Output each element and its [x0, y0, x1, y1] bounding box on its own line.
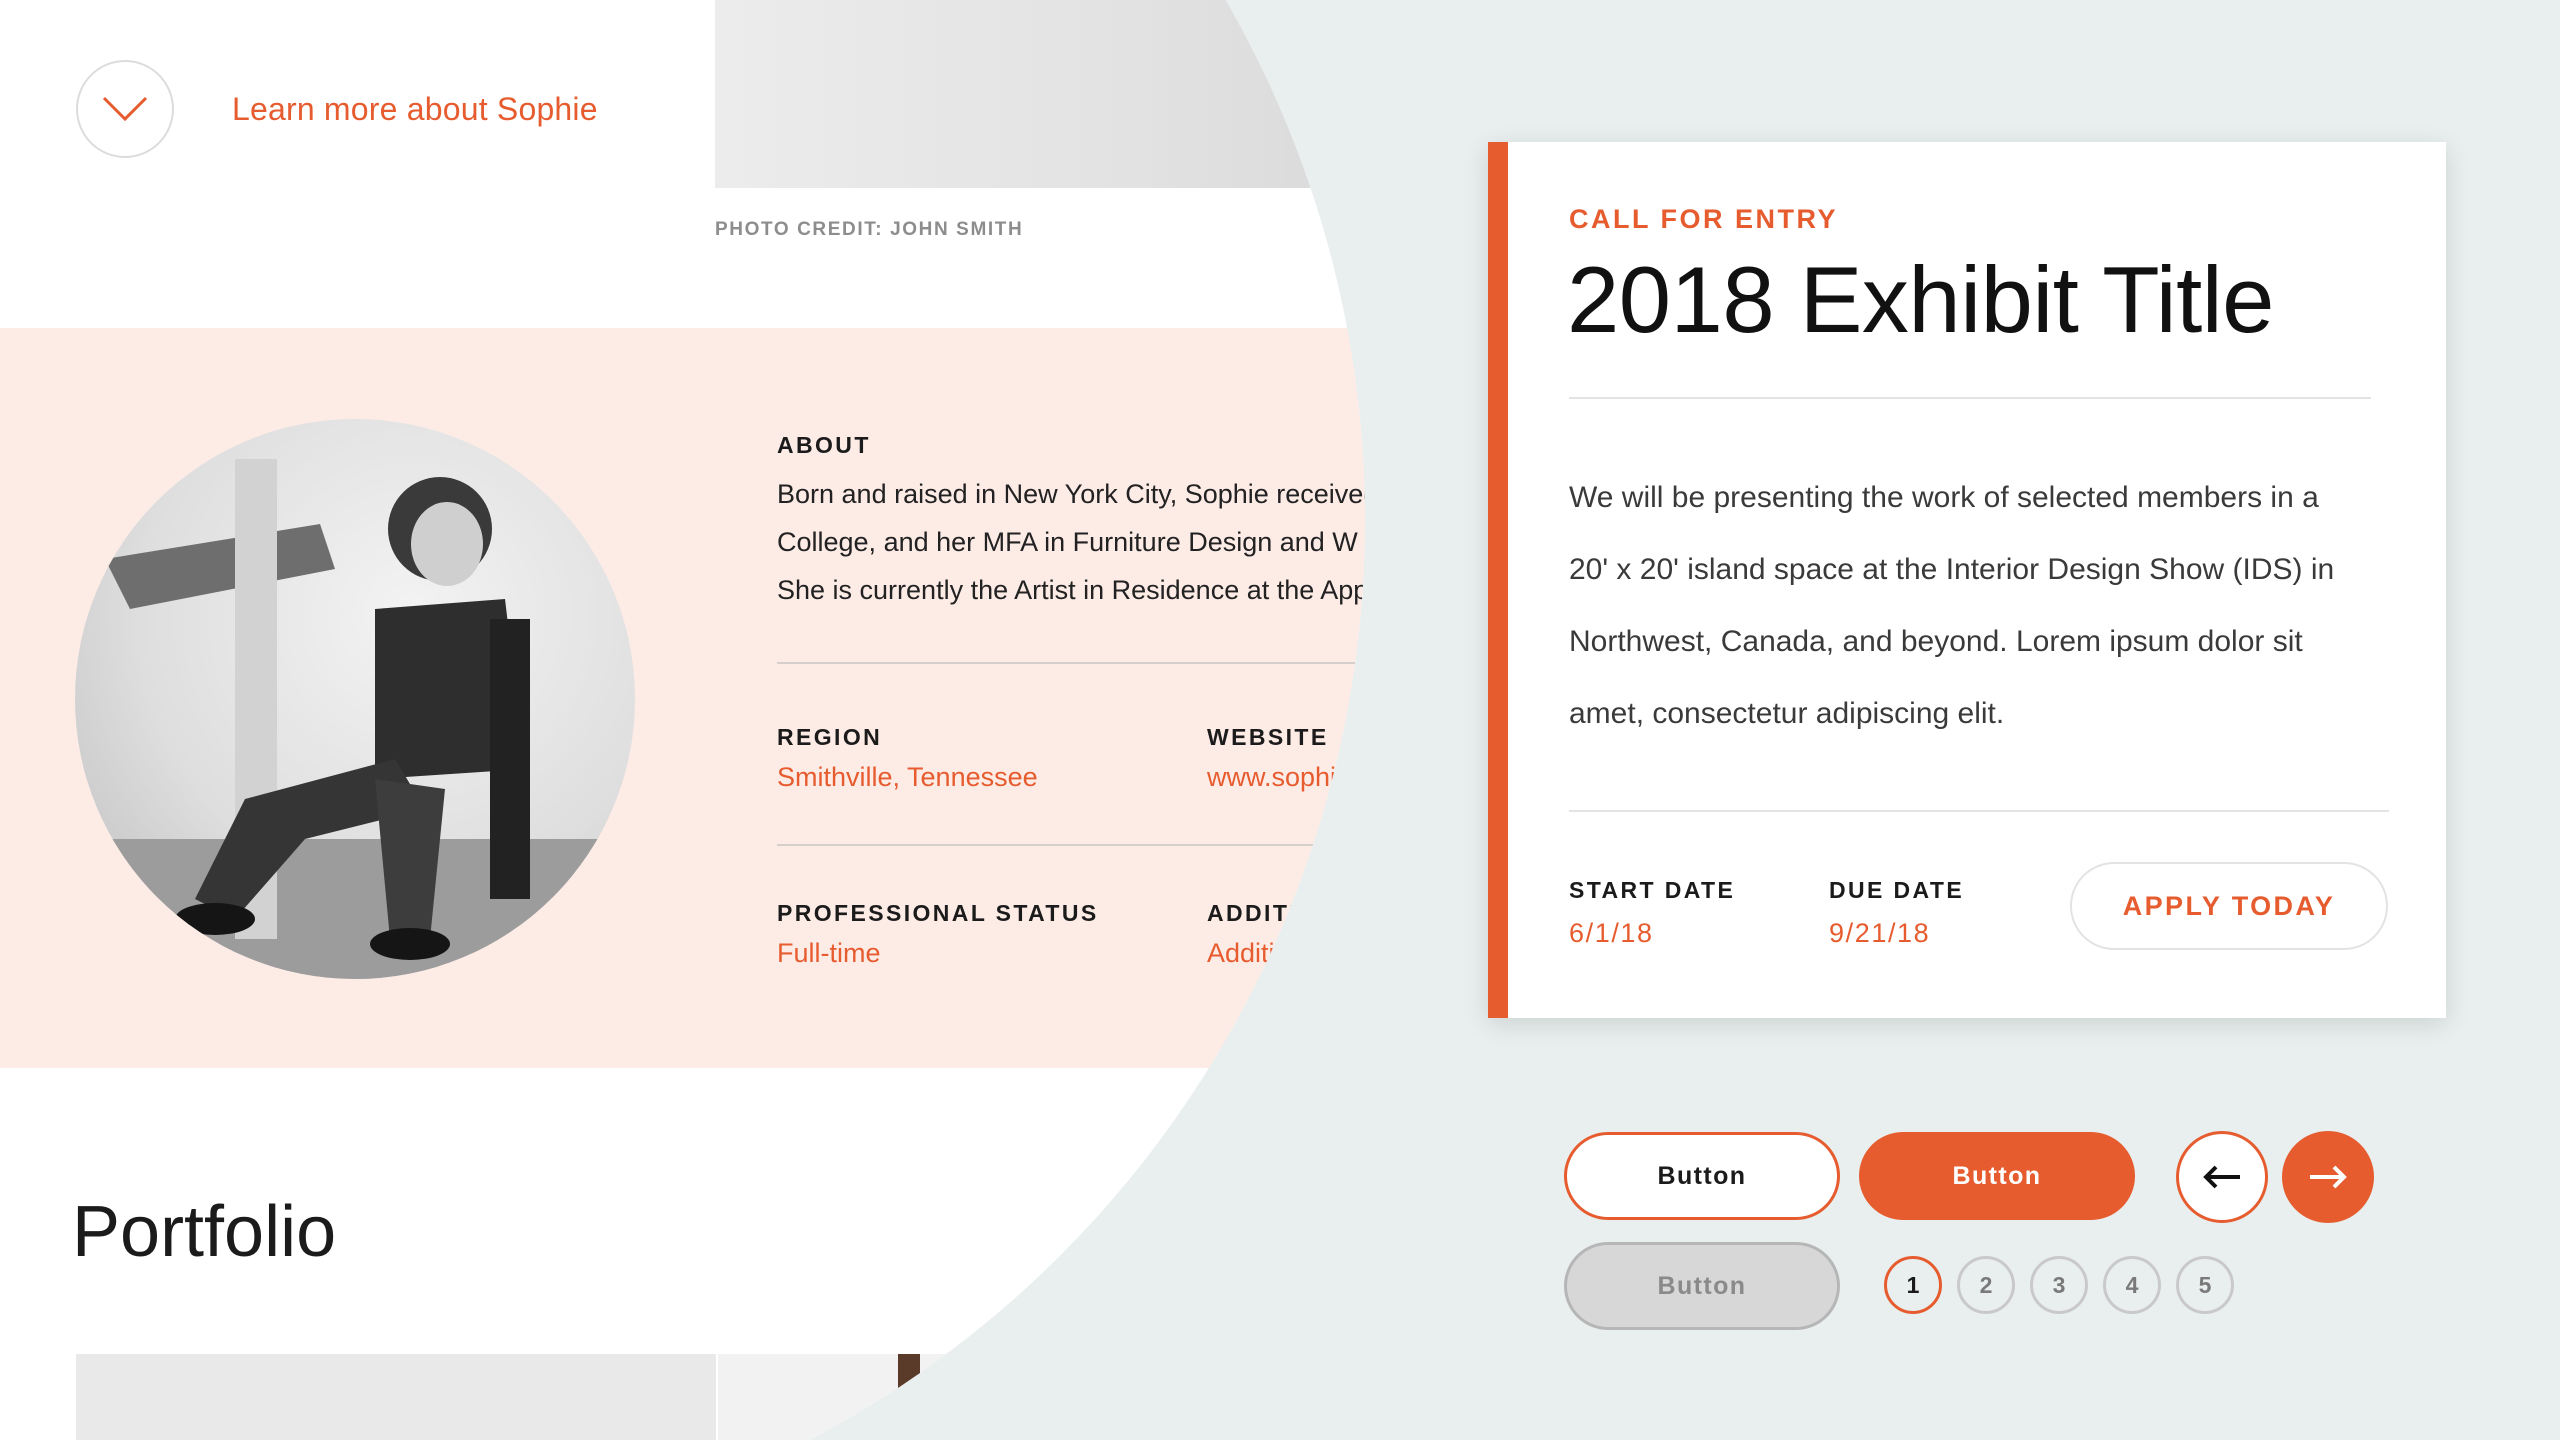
card-accent-bar [1488, 142, 1508, 1018]
filled-button[interactable]: Button [1859, 1132, 2135, 1220]
card-body: We will be presenting the work of select… [1569, 462, 2389, 750]
region-label: REGION [777, 724, 883, 750]
chevron-down-icon [102, 96, 148, 122]
hero-photo [715, 0, 1365, 188]
additional-label: ADDITIONA [1207, 900, 1357, 926]
portfolio-thumbnail[interactable] [718, 1354, 1365, 1440]
learn-more-label: Learn more about Sophie [232, 90, 598, 127]
learn-more-link[interactable]: Learn more about Sophie [76, 60, 598, 158]
page-button-1[interactable]: 1 [1884, 1256, 1942, 1314]
divider [777, 844, 1365, 846]
card-title: 2018 Exhibit Title [1567, 247, 2274, 352]
about-line: She is currently the Artist in Residence… [777, 575, 1369, 605]
about-line: College, and her MFA in Furniture Design… [777, 527, 1358, 557]
due-date-label: DUE DATE [1829, 877, 1965, 903]
page-button-2[interactable]: 2 [1957, 1256, 2015, 1314]
page-button-5[interactable]: 5 [2176, 1256, 2234, 1314]
website-link[interactable]: www.sophieg [1207, 762, 1365, 793]
portfolio-thumbnail[interactable] [76, 1354, 716, 1440]
next-button[interactable] [2282, 1131, 2374, 1223]
card-body-line: amet, consectetur adipiscing elit. [1569, 697, 2005, 730]
previous-button[interactable] [2176, 1131, 2268, 1223]
card-divider [1569, 397, 2371, 399]
card-eyebrow: CALL FOR ENTRY [1569, 204, 1838, 234]
divider [777, 662, 1365, 664]
about-text: Born and raised in New York City, Sophie… [777, 470, 1379, 614]
about-line: Born and raised in New York City, Sophie… [777, 479, 1379, 509]
page-button-4[interactable]: 4 [2103, 1256, 2161, 1314]
professional-status-label: PROFESSIONAL STATUS [777, 900, 1099, 926]
due-date-value: 9/21/18 [1829, 918, 1931, 948]
arrow-left-icon [2203, 1165, 2240, 1189]
apply-today-button[interactable]: APPLY TODAY [2070, 862, 2388, 950]
start-date-label: START DATE [1569, 877, 1736, 903]
profile-page: Learn more about Sophie PHOTO CREDIT: JO… [0, 0, 1379, 1440]
call-for-entry-card: CALL FOR ENTRY 2018 Exhibit Title We wil… [1488, 142, 2446, 1018]
additional-value: Additional F [1207, 938, 1350, 968]
avatar [75, 419, 635, 979]
portfolio-title: Portfolio [72, 1192, 337, 1272]
start-date-value: 6/1/18 [1569, 918, 1654, 948]
card-body-line: 20' x 20' island space at the Interior D… [1569, 553, 2335, 586]
outline-button[interactable]: Button [1564, 1132, 1840, 1220]
about-label: ABOUT [777, 432, 871, 458]
chair-photo [898, 1354, 1138, 1440]
card-body-line: We will be presenting the work of select… [1569, 481, 2319, 514]
website-label: WEBSITE [1207, 724, 1329, 750]
card-body-line: Northwest, Canada, and beyond. Lorem ips… [1569, 625, 2303, 658]
arrow-right-icon [2310, 1165, 2347, 1189]
artist-photo [75, 459, 635, 979]
region-value: Smithville, Tennessee [777, 762, 1038, 792]
page-button-3[interactable]: 3 [2030, 1256, 2088, 1314]
expand-button[interactable] [76, 60, 174, 158]
card-divider [1569, 810, 2389, 812]
disabled-button[interactable]: Button [1564, 1242, 1840, 1330]
photo-credit: PHOTO CREDIT: JOHN SMITH [715, 219, 1024, 240]
professional-status-value: Full-time [777, 938, 881, 968]
